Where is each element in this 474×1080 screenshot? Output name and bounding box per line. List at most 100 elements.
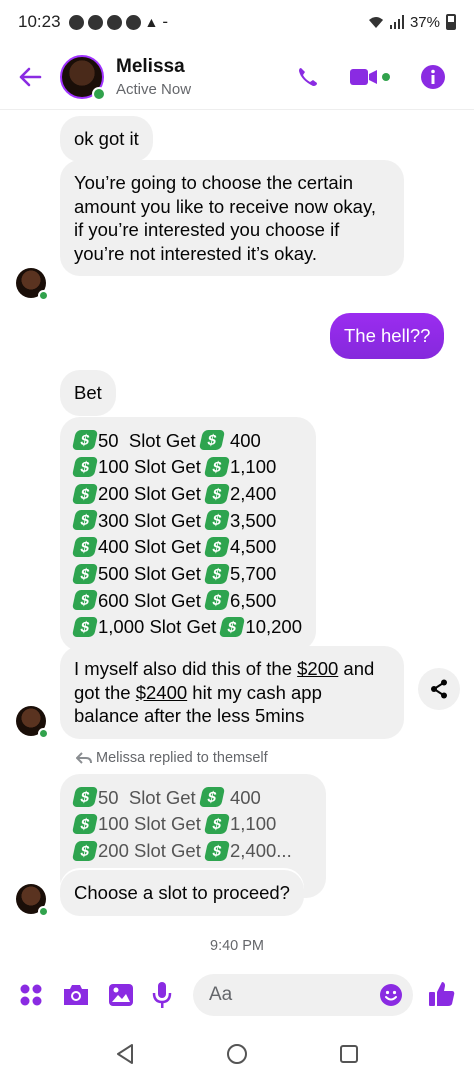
money-icon: $ — [71, 430, 99, 451]
message-input[interactable]: Aa — [193, 974, 413, 1016]
online-indicator — [38, 906, 49, 917]
slot-label: Slot Get — [134, 536, 201, 558]
slot-line: $200 Slot Get $2,400 — [71, 480, 302, 507]
message-bubble[interactable]: You’re going to choose the certain amoun… — [60, 160, 404, 276]
slot-get: 1,100 — [230, 813, 277, 835]
contact-info[interactable]: Melissa Active Now — [116, 56, 191, 98]
facebook-notification-icon — [106, 14, 122, 30]
battery-percent: 37% — [409, 13, 440, 31]
money-icon: $ — [71, 483, 99, 504]
online-indicator — [38, 290, 49, 301]
phone-icon[interactable] — [296, 65, 320, 89]
money-icon: $ — [219, 617, 246, 638]
like-button[interactable] — [428, 980, 456, 1013]
message-text: Bet — [74, 382, 102, 403]
slot-line: $100 Slot Get $1,100 — [71, 454, 302, 481]
message-input-placeholder: Aa — [209, 984, 233, 1005]
video-active-dot — [382, 72, 390, 81]
message-text: You’re going to choose the certain amoun… — [74, 172, 376, 264]
slot-amount: 100 — [98, 813, 129, 835]
slot-amount: 400 — [98, 536, 129, 558]
money-icon: $ — [203, 483, 231, 504]
money-icon: $ — [71, 814, 99, 835]
money-icon: $ — [71, 787, 99, 808]
slot-amount: 50 — [98, 429, 119, 451]
sender-avatar[interactable] — [16, 268, 49, 301]
message-timestamp: 9:40 PM — [210, 938, 264, 954]
facebook-notification-icon — [87, 14, 103, 30]
apps-button[interactable] — [18, 982, 44, 1008]
facebook-notification-icon — [125, 14, 141, 30]
slot-label: Slot Get — [134, 456, 201, 478]
snapchat-notification-icon: ▲ — [144, 14, 159, 30]
mic-icon — [152, 982, 172, 1008]
message-bubble[interactable]: Choose a slot to proceed? — [60, 870, 304, 916]
share-icon — [431, 679, 447, 699]
slot-label: Slot Get — [134, 589, 201, 611]
money-icon: $ — [203, 563, 231, 584]
apps-icon — [20, 984, 42, 1006]
money-icon: $ — [71, 457, 99, 478]
slot-amount: 600 — [98, 589, 129, 611]
online-indicator — [38, 728, 49, 739]
money-icon: $ — [203, 457, 231, 478]
online-indicator — [92, 86, 106, 101]
money-icon: $ — [198, 430, 225, 451]
gallery-button[interactable] — [108, 983, 134, 1007]
emoji-icon — [380, 984, 402, 1006]
slot-line: $100 Slot Get $1,100 — [71, 811, 312, 838]
info-icon[interactable] — [420, 64, 446, 90]
slot-label: Slot Get — [134, 839, 201, 861]
more-notifications-icon: - — [162, 12, 169, 31]
sender-avatar[interactable] — [16, 706, 49, 739]
slot-line: $200 Slot Get $2,400... — [71, 837, 312, 864]
money-icon: $ — [71, 510, 99, 531]
contact-name: Melissa — [116, 55, 185, 77]
money-icon: $ — [203, 537, 231, 558]
message-bubble[interactable]: I myself also did this of the $200 and g… — [60, 646, 404, 739]
nav-back-icon[interactable] — [115, 1043, 135, 1065]
slot-amount: 300 — [98, 509, 129, 531]
message-text: The hell?? — [344, 325, 431, 346]
message-text: Choose a slot to proceed? — [74, 882, 290, 903]
share-button[interactable] — [418, 668, 460, 710]
slot-get: 1,100 — [230, 456, 277, 478]
amount-link[interactable]: $200 — [297, 658, 338, 679]
status-bar: 10:23 ▲ - 37% — [0, 0, 474, 44]
money-icon: $ — [203, 840, 231, 861]
contact-avatar[interactable] — [60, 54, 106, 101]
amount-link[interactable]: $2400 — [136, 682, 187, 703]
voice-button[interactable] — [152, 981, 172, 1009]
reply-note-text: Melissa replied to themself — [96, 750, 268, 766]
money-icon: $ — [71, 590, 99, 611]
message-bubble[interactable]: ok got it — [60, 116, 153, 162]
reply-note: Melissa replied to themself — [76, 750, 268, 766]
header-actions — [296, 64, 474, 90]
nav-recents-icon[interactable] — [339, 1044, 359, 1064]
message-text: ok got it — [74, 128, 139, 149]
video-call-button[interactable] — [350, 68, 390, 86]
money-icon: $ — [203, 590, 231, 611]
messenger-notification-icon — [68, 14, 84, 30]
camera-button[interactable] — [62, 983, 90, 1007]
chat-header: Melissa Active Now — [0, 44, 474, 110]
slot-line: $600 Slot Get $6,500 — [71, 587, 302, 614]
like-icon — [429, 982, 455, 1006]
back-arrow-icon — [19, 67, 42, 86]
camera-icon — [64, 985, 88, 1005]
emoji-button[interactable] — [379, 983, 403, 1013]
message-bubble[interactable]: Bet — [60, 370, 116, 416]
slot-label: Slot Get — [128, 429, 196, 451]
nav-home-icon[interactable] — [226, 1043, 248, 1065]
slot-amount: 500 — [98, 563, 129, 585]
sender-avatar[interactable] — [16, 884, 49, 917]
slot-amount: 50 — [98, 786, 119, 808]
slot-line: $50 Slot Get $ 400 — [71, 427, 302, 454]
back-button[interactable] — [0, 67, 60, 87]
battery-icon — [446, 14, 456, 30]
outgoing-message-bubble[interactable]: The hell?? — [330, 313, 445, 359]
slot-get: 2,400 — [230, 482, 277, 504]
slot-get: 3,500 — [230, 509, 277, 531]
slots-message-bubble[interactable]: $50 Slot Get $ 400 $100 Slot Get $1,100 … — [60, 417, 317, 651]
money-icon: $ — [203, 814, 231, 835]
